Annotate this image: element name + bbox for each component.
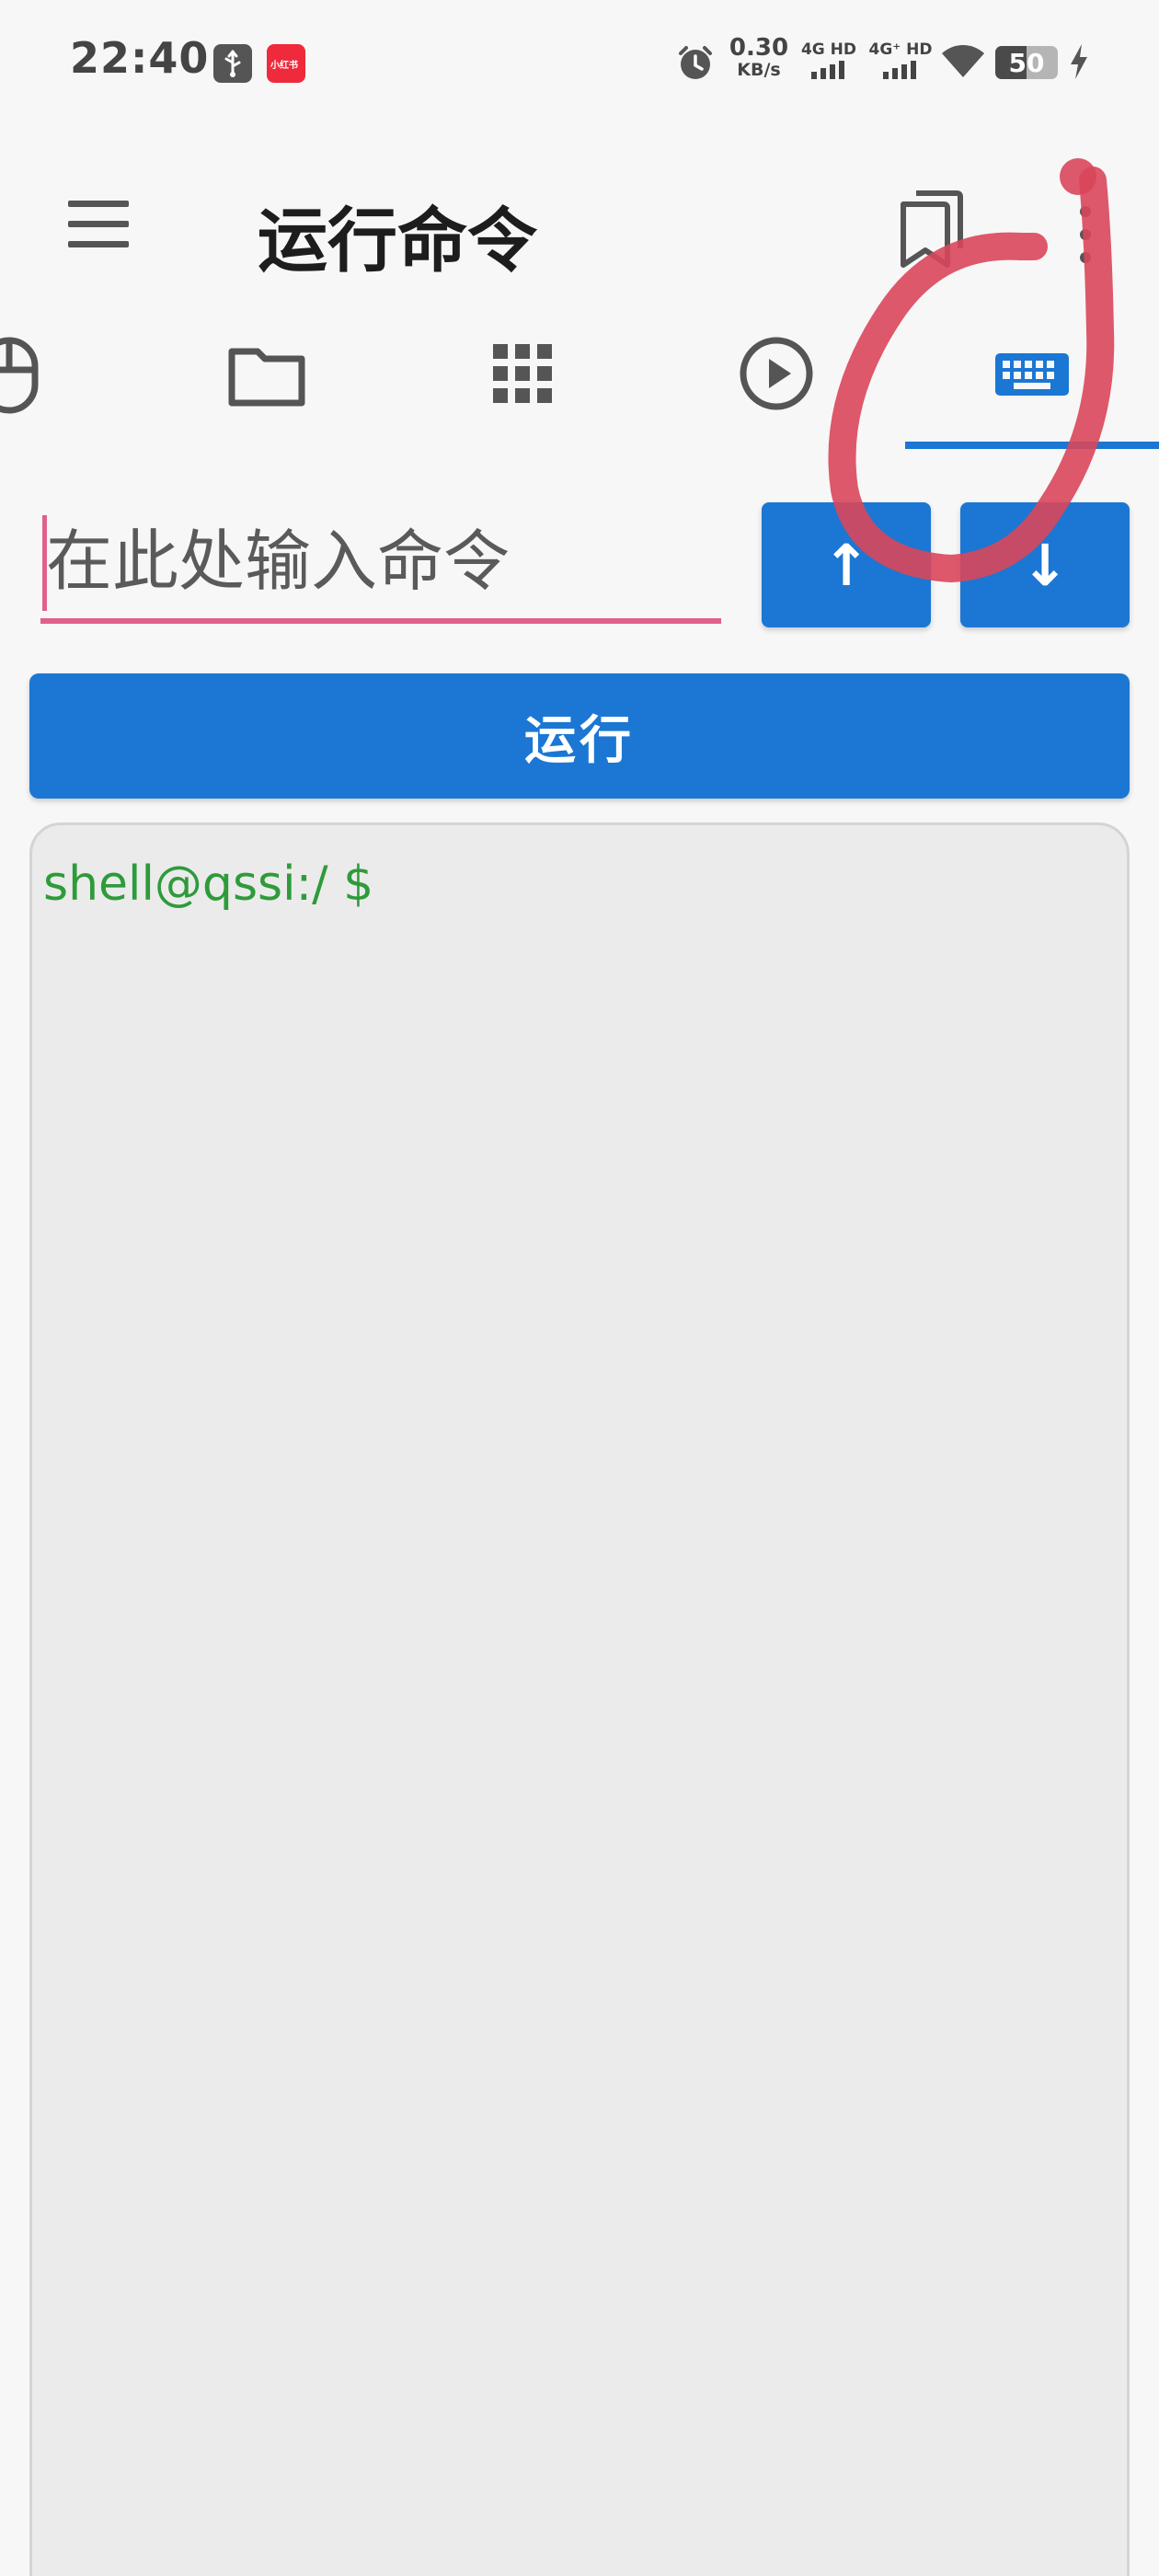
tab-files[interactable] bbox=[221, 328, 313, 420]
sim1-signal-bars-icon bbox=[811, 61, 844, 79]
history-down-button[interactable]: ↓ bbox=[960, 502, 1130, 627]
history-up-button[interactable]: ↑ bbox=[762, 502, 931, 627]
sim2-label: 4G⁺ HD bbox=[868, 40, 933, 59]
sim1-signal: 4G HD bbox=[797, 40, 861, 83]
command-input[interactable] bbox=[40, 504, 721, 624]
network-speed-value: 0.30 bbox=[729, 34, 789, 62]
sim2-signal-bars-icon bbox=[883, 61, 916, 79]
menu-button[interactable] bbox=[59, 195, 140, 256]
tab-apps[interactable] bbox=[476, 328, 568, 420]
keyboard-icon bbox=[995, 353, 1069, 396]
play-circle-icon bbox=[740, 337, 813, 410]
tab-run[interactable] bbox=[730, 328, 822, 420]
alarm-icon bbox=[675, 42, 716, 86]
battery-level: 50 bbox=[1008, 48, 1045, 78]
sim1-label: 4G HD bbox=[800, 40, 857, 59]
hamburger-menu-icon bbox=[68, 201, 129, 207]
bookmarks-button[interactable] bbox=[896, 188, 966, 269]
apps-grid-icon bbox=[493, 344, 552, 403]
more-options-button[interactable] bbox=[1067, 202, 1104, 267]
sim2-signal: 4G⁺ HD bbox=[868, 40, 933, 83]
app-badge-label: 小红书 bbox=[270, 61, 298, 71]
more-vertical-icon bbox=[1080, 206, 1091, 263]
tab-mouse[interactable] bbox=[0, 328, 64, 420]
run-button[interactable]: 运行 bbox=[29, 673, 1130, 799]
text-cursor bbox=[42, 515, 47, 611]
network-speed-unit: KB/s bbox=[737, 60, 781, 80]
hamburger-line bbox=[68, 221, 129, 227]
folder-icon bbox=[228, 348, 305, 407]
tab-terminal[interactable] bbox=[986, 328, 1078, 420]
usb-debug-icon bbox=[213, 44, 252, 83]
xiaohongshu-notification-icon: 小红书 bbox=[267, 44, 305, 83]
bookmarks-icon bbox=[901, 190, 963, 268]
status-time: 22:40 bbox=[70, 33, 210, 83]
status-bar: 22:40 小红书 0.30 KB/s 4G HD 4G⁺ HD 50 bbox=[0, 0, 1159, 120]
battery-icon: 50 bbox=[995, 46, 1058, 79]
terminal-output[interactable]: shell@qssi:/ $ bbox=[29, 822, 1130, 2576]
wifi-icon bbox=[940, 42, 986, 85]
hamburger-line bbox=[68, 241, 129, 247]
charging-icon bbox=[1067, 42, 1091, 85]
shell-prompt: shell@qssi:/ $ bbox=[43, 857, 374, 912]
mouse-icon bbox=[0, 337, 39, 414]
screen: 22:40 小红书 0.30 KB/s 4G HD 4G⁺ HD 50 运行命令… bbox=[0, 0, 1159, 2576]
selected-tab-indicator bbox=[905, 442, 1159, 449]
page-title: 运行命令 bbox=[258, 200, 537, 282]
network-speed: 0.30 KB/s bbox=[727, 34, 791, 81]
